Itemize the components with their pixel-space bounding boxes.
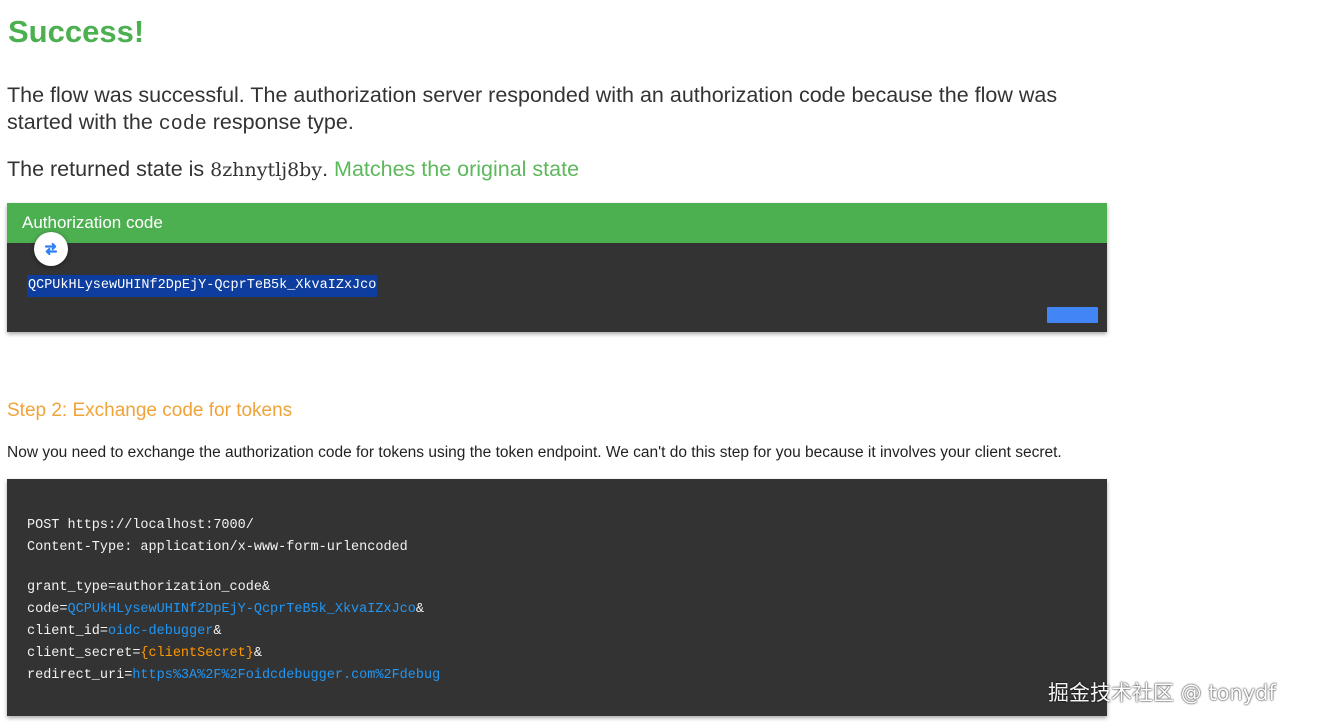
state-value: 8zhnytlj8by <box>210 159 323 181</box>
request-code-value: QCPUkHLysewUHINf2DpEjY-QcprTeB5k_XkvaIZx… <box>67 602 416 617</box>
request-grant-type: grant_type=authorization_code& <box>27 580 271 595</box>
request-redirect-key: redirect_uri= <box>27 668 133 683</box>
swap-arrows-icon <box>44 242 58 256</box>
authorization-code-value[interactable]: QCPUkHLysewUHINf2DpEjY-QcprTeB5k_XkvaIZx… <box>27 275 378 297</box>
request-amp-1: & <box>415 602 424 617</box>
step-2-description: Now you need to exchange the authorizati… <box>7 444 1062 461</box>
authorization-code-card: Authorization code QCPUkHLysewUHINf2DpEj… <box>7 203 1107 332</box>
step-2-heading: Step 2: Exchange code for tokens <box>7 400 293 421</box>
intro-text: The flow was successful. The authorizati… <box>7 82 1107 138</box>
token-request-code: POST https://localhost:7000/ Content-Typ… <box>27 515 440 687</box>
copy-button[interactable] <box>1047 307 1098 323</box>
request-line-post: POST https://localhost:7000/ <box>27 518 254 533</box>
swap-button[interactable] <box>34 232 68 266</box>
request-client-secret-value: {clientSecret} <box>140 646 254 661</box>
page-title: Success! <box>8 14 145 49</box>
request-client-id-value: oidc-debugger <box>108 624 214 639</box>
state-line: The returned state is 8zhnytlj8by. Match… <box>7 156 579 184</box>
intro-text-after: response type. <box>206 110 354 134</box>
request-redirect-value: https%3A%2F%2Foidcdebugger.com%2Fdebug <box>132 668 441 683</box>
state-prefix: The returned state is <box>7 157 211 181</box>
response-type-code: code <box>158 113 207 136</box>
token-request-codeblock: POST https://localhost:7000/ Content-Typ… <box>7 479 1107 716</box>
authorization-code-header: Authorization code <box>7 203 1107 243</box>
request-client-id-key: client_id= <box>27 624 109 639</box>
state-dot: . <box>322 157 335 181</box>
request-code-key: code= <box>27 602 68 617</box>
watermark: 掘金技术社区 @ tonydf <box>1048 681 1276 705</box>
request-amp-3: & <box>253 646 262 661</box>
request-line-content-type: Content-Type: application/x-www-form-url… <box>27 540 408 555</box>
request-client-secret-key: client_secret= <box>27 646 141 661</box>
state-match-message: Matches the original state <box>334 157 580 181</box>
request-amp-2: & <box>213 624 222 639</box>
